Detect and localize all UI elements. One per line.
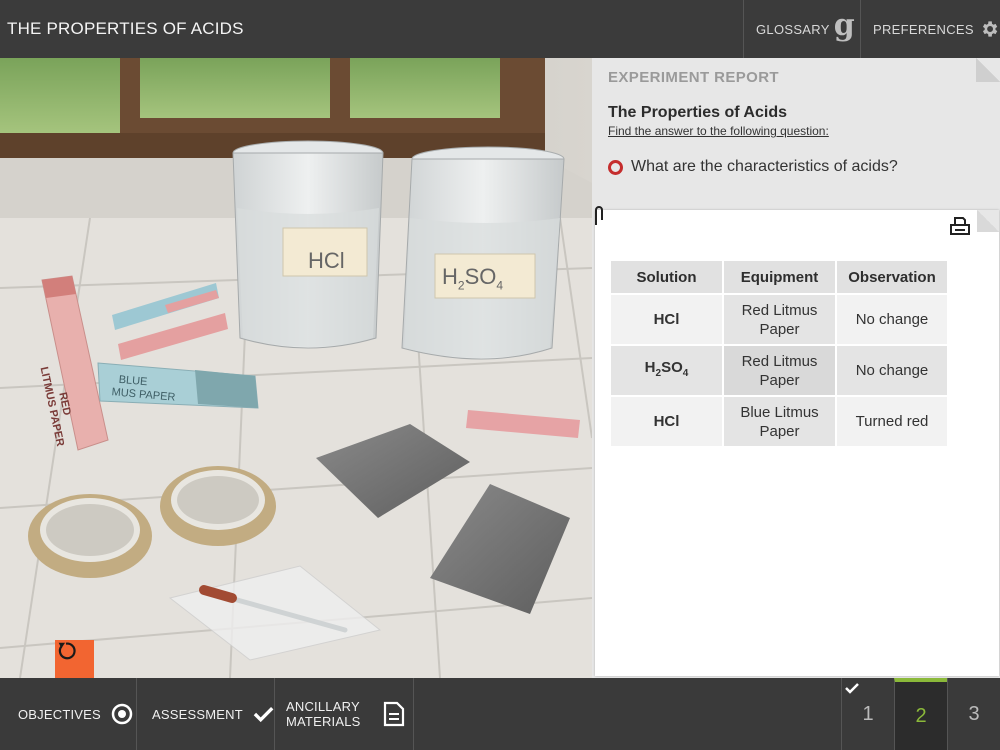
question-text: What are the characteristics of acids? [631, 158, 898, 175]
reset-button[interactable] [55, 640, 94, 678]
glossary-button[interactable]: GLOSSARY g [743, 0, 860, 58]
beaker-h2so4 [401, 146, 565, 360]
column-header-equipment: Equipment [724, 261, 835, 293]
lab-scene: HCl H2SO4 RED LITMUS PAPER BLUE MUS PAPE… [0, 58, 592, 678]
app-title: THE PROPERTIES OF ACIDS [7, 19, 244, 38]
cell-observation: No change [837, 346, 947, 395]
cell-equipment: Blue Litmus Paper [724, 397, 835, 446]
page-1-button[interactable]: 1 [841, 678, 894, 750]
cell-equipment: Red Litmus Paper [724, 346, 835, 395]
page-2-button[interactable]: 2 [894, 678, 947, 750]
observation-table: Solution Equipment Observation HCl Red L… [609, 259, 949, 448]
cell-solution: HCl [611, 295, 722, 344]
reset-icon [58, 642, 76, 660]
lab-scene-illustration [0, 58, 592, 678]
document-icon [383, 701, 404, 727]
gear-icon [982, 21, 998, 37]
print-icon[interactable] [949, 216, 971, 236]
assessment-button[interactable]: ASSESSMENT [137, 678, 275, 750]
target-icon [111, 703, 133, 725]
table-row: HCl Blue Litmus Paper Turned red [611, 397, 947, 446]
beaker-hcl-label: HCl [308, 248, 345, 273]
page-fold-corner [976, 58, 1000, 82]
question-bullet-icon [608, 159, 623, 175]
table-header-row: Solution Equipment Observation [611, 261, 947, 293]
column-header-solution: Solution [611, 261, 722, 293]
beaker-h2so4-label: H2SO4 [442, 264, 504, 293]
table-row: H2SO4 Red Litmus Paper No change [611, 346, 947, 395]
report-title: The Properties of Acids [608, 104, 787, 121]
column-header-observation: Observation [837, 261, 947, 293]
cell-solution: H2SO4 [611, 346, 722, 395]
blue-litmus-box-label: BLUE MUS PAPER [111, 373, 176, 404]
ancillary-label: ANCILLARY MATERIALS [286, 699, 361, 729]
cell-observation: Turned red [837, 397, 947, 446]
report-subtitle: Find the answer to the following questio… [608, 124, 829, 138]
beaker-hcl [232, 140, 384, 349]
observation-note: Solution Equipment Observation HCl Red L… [595, 206, 999, 676]
table-row: HCl Red Litmus Paper No change [611, 295, 947, 344]
preferences-label: PREFERENCES [873, 21, 974, 37]
experiment-report-panel: EXPERIMENT REPORT The Properties of Acid… [592, 58, 1000, 678]
checkmark-icon [253, 707, 274, 723]
objectives-label: OBJECTIVES [18, 706, 101, 722]
ancillary-materials-button[interactable]: ANCILLARY MATERIALS [275, 678, 414, 750]
preferences-button[interactable]: PREFERENCES [860, 0, 1000, 58]
assessment-label: ASSESSMENT [152, 706, 243, 722]
cell-observation: No change [837, 295, 947, 344]
cell-equipment: Red Litmus Paper [724, 295, 835, 344]
objectives-button[interactable]: OBJECTIVES [0, 678, 137, 750]
report-heading: EXPERIMENT REPORT [608, 69, 779, 86]
page-3-button[interactable]: 3 [947, 678, 1000, 750]
question-item[interactable]: What are the characteristics of acids? [608, 158, 898, 176]
glossary-g-icon: g [833, 7, 855, 43]
note-curl-corner [977, 210, 999, 232]
cell-solution: HCl [611, 397, 722, 446]
glossary-label: GLOSSARY [756, 21, 830, 37]
bottom-bar: OBJECTIVES ASSESSMENT ANCILLARY MATERIAL… [0, 678, 1000, 750]
paperclip-icon [595, 206, 603, 225]
top-bar: THE PROPERTIES OF ACIDS GLOSSARY g PREFE… [0, 0, 1000, 58]
